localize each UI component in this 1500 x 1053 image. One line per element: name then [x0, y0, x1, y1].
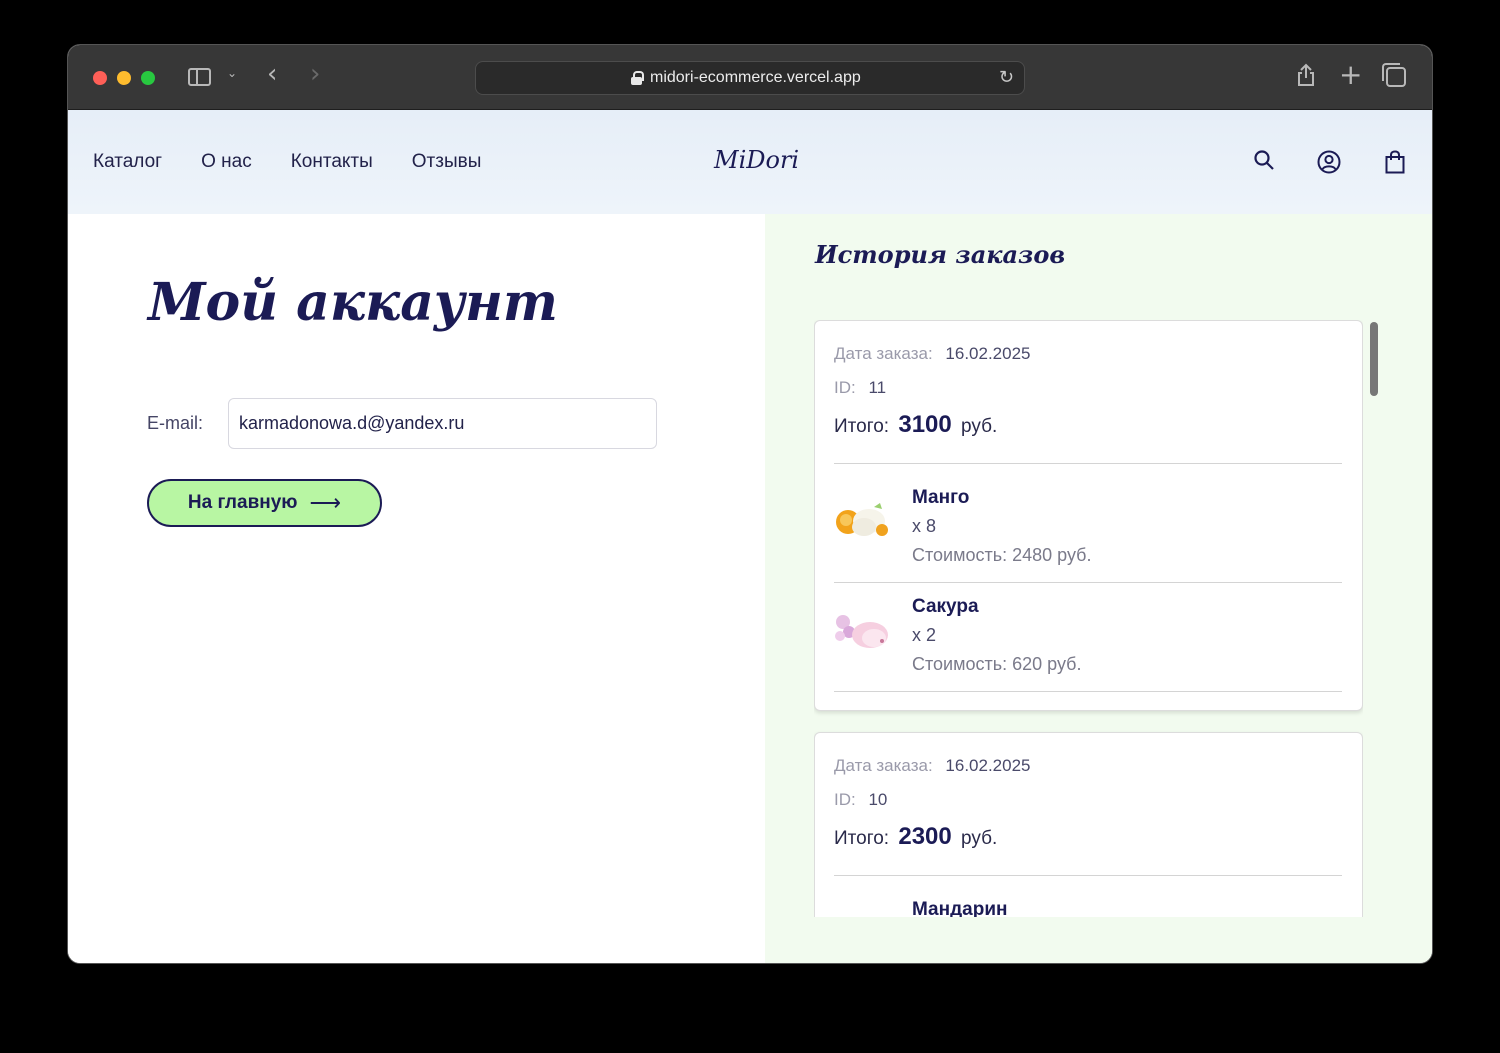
forward-icon[interactable]: › — [310, 59, 320, 89]
email-field[interactable] — [228, 398, 657, 449]
nav-catalog[interactable]: Каталог — [93, 151, 162, 173]
nav-reviews[interactable]: Отзывы — [412, 151, 482, 173]
email-label: E-mail: — [147, 413, 204, 433]
order-date-label: Дата заказа: — [834, 344, 933, 363]
order-id-row: ID: 10 — [834, 790, 887, 810]
order-id: 10 — [868, 790, 888, 809]
browser-window: ⌄ ‹ › midori-ecommerce.vercel.app ↻ + Ка… — [68, 45, 1432, 963]
reload-icon[interactable]: ↻ — [999, 67, 1014, 88]
user-icon[interactable] — [1317, 150, 1341, 174]
mango-product-image — [836, 503, 888, 536]
order-date: 16.02.2025 — [945, 344, 1031, 363]
back-icon[interactable]: ‹ — [267, 59, 277, 89]
item-quantity: x 2 — [912, 625, 937, 645]
chevron-down-icon[interactable]: ⌄ — [227, 66, 237, 80]
order-id-row: ID: 11 — [834, 378, 886, 398]
orders-pane: История заказов Дата заказа: 16.02.2025 … — [765, 214, 1432, 963]
orders-scrollbar[interactable] — [1370, 322, 1378, 396]
lock-icon — [631, 71, 644, 85]
mandarin-product-image — [834, 911, 892, 917]
new-tab-icon[interactable]: + — [1339, 58, 1362, 91]
order-item: Сакура x 2 Стоимость: 620 руб. — [834, 582, 1342, 691]
item-cost: Стоимость: 620 руб. — [912, 654, 1082, 674]
orders-list[interactable]: Дата заказа: 16.02.2025 ID: 11 Итого: 31… — [814, 320, 1363, 917]
nav-contacts[interactable]: Контакты — [291, 151, 373, 173]
cart-icon[interactable] — [1385, 150, 1405, 174]
order-card: Дата заказа: 16.02.2025 ID: 11 Итого: 31… — [814, 320, 1363, 711]
order-date-label: Дата заказа: — [834, 756, 933, 775]
url-text[interactable]: midori-ecommerce.vercel.app — [650, 69, 861, 87]
home-button-label: На главную — [187, 492, 298, 513]
address-bar[interactable]: midori-ecommerce.vercel.app ↻ — [475, 61, 1025, 95]
site-header: Каталог О нас Контакты Отзывы MiDori — [68, 110, 1432, 214]
order-item: Манго x 8 Стоимость: 2480 руб. — [834, 473, 1342, 582]
minimize-window-button[interactable] — [117, 71, 131, 85]
item-name[interactable]: Сакура — [912, 596, 979, 618]
share-icon[interactable] — [1296, 63, 1316, 87]
page-title: Мой аккаунт — [148, 272, 558, 333]
order-divider — [834, 463, 1342, 464]
order-id: 11 — [868, 378, 887, 397]
order-currency: руб. — [961, 828, 998, 849]
close-window-button[interactable] — [93, 71, 107, 85]
browser-toolbar: ⌄ ‹ › midori-ecommerce.vercel.app ↻ + — [68, 45, 1432, 110]
order-total: 3100 — [898, 411, 952, 438]
order-id-label: ID: — [834, 378, 856, 397]
order-item: Мандарин — [834, 885, 1342, 917]
orders-title: История заказов — [815, 240, 1066, 269]
site-logo[interactable]: MiDori — [714, 146, 799, 174]
sidebar-icon[interactable] — [188, 68, 211, 86]
order-total-row: Итого: 2300 руб. — [834, 823, 997, 851]
order-currency: руб. — [961, 416, 998, 437]
item-divider — [834, 691, 1342, 692]
item-name[interactable]: Манго — [912, 487, 969, 509]
order-total-label: Итого: — [834, 828, 890, 849]
item-cost: Стоимость: 2480 руб. — [912, 545, 1092, 565]
nav-about[interactable]: О нас — [201, 151, 252, 173]
order-date-row: Дата заказа: 16.02.2025 — [834, 344, 1031, 364]
main-nav: Каталог О нас Контакты Отзывы — [93, 151, 481, 173]
maximize-window-button[interactable] — [141, 71, 155, 85]
search-icon[interactable] — [1254, 150, 1274, 170]
order-total-label: Итого: — [834, 416, 890, 437]
order-card: Дата заказа: 16.02.2025 ID: 10 Итого: 23… — [814, 732, 1363, 917]
item-name[interactable]: Мандарин — [912, 899, 1008, 917]
order-date: 16.02.2025 — [945, 756, 1031, 775]
order-date-row: Дата заказа: 16.02.2025 — [834, 756, 1031, 776]
order-total-row: Итого: 3100 руб. — [834, 411, 997, 439]
tabs-icon[interactable] — [1382, 63, 1406, 87]
order-id-label: ID: — [834, 790, 856, 809]
order-divider — [834, 875, 1342, 876]
arrow-right-icon: ⟶ — [309, 490, 342, 515]
order-total: 2300 — [898, 823, 952, 850]
item-quantity: x 8 — [912, 516, 937, 536]
account-pane: Мой аккаунт E-mail: На главную ⟶ — [68, 214, 765, 963]
sakura-product-image — [835, 615, 888, 648]
home-button[interactable]: На главную ⟶ — [147, 479, 382, 527]
